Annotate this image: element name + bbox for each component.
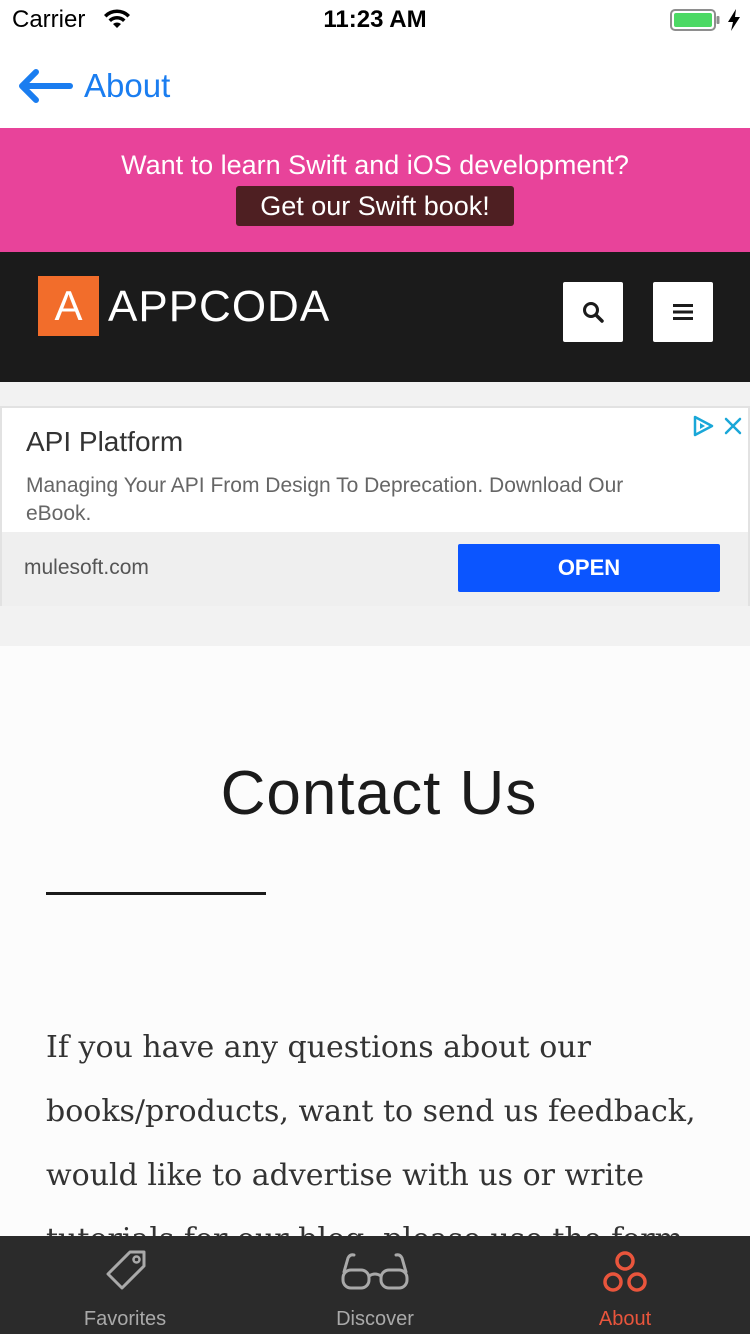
menu-button[interactable] <box>653 282 713 342</box>
ad-footer: mulesoft.com OPEN <box>2 532 748 606</box>
search-icon <box>583 302 604 323</box>
back-label: About <box>84 67 171 104</box>
tab-discover[interactable]: Discover <box>250 1236 500 1334</box>
ad-title[interactable]: API Platform <box>26 426 183 458</box>
navigation-bar: About <box>0 40 750 128</box>
logo-mark[interactable]: A <box>38 276 99 336</box>
tab-about[interactable]: About <box>500 1236 750 1334</box>
search-button[interactable] <box>563 282 623 342</box>
ad-description: Managing Your API From Design To Depreca… <box>26 474 624 525</box>
battery-icon <box>670 9 720 31</box>
web-view[interactable]: Want to learn Swift and iOS development?… <box>0 128 750 1236</box>
adchoices-close-icon[interactable] <box>690 414 746 438</box>
tab-label: About <box>598 1308 652 1330</box>
tab-favorites[interactable]: Favorites <box>0 1236 250 1334</box>
tab-label: Discover <box>336 1308 414 1330</box>
status-bar: Carrier 11:23 AM <box>0 0 750 40</box>
menu-icon <box>673 304 693 320</box>
back-arrow-icon <box>19 69 73 103</box>
promo-banner: Want to learn Swift and iOS development?… <box>0 128 750 252</box>
promo-text: Want to learn Swift and iOS development? <box>121 150 629 180</box>
charging-bolt-icon <box>728 9 740 31</box>
tag-icon <box>106 1250 146 1290</box>
tab-bar: Favorites Discover About <box>0 1236 750 1334</box>
swift-book-button[interactable]: Get our Swift book! <box>236 186 514 226</box>
status-time: 11:23 AM <box>323 6 427 33</box>
ad-open-button[interactable]: OPEN <box>458 544 720 592</box>
tab-label: Favorites <box>83 1308 167 1330</box>
logo-text[interactable]: APPCODA <box>108 282 330 332</box>
contact-title: Contact Us <box>220 759 538 828</box>
contact-section: Contact Us If you have any questions abo… <box>0 646 750 1236</box>
back-button[interactable]: About <box>16 66 170 106</box>
title-divider <box>46 892 266 895</box>
contact-body-text: If you have any questions about our book… <box>46 1030 696 1236</box>
ad-card[interactable]: API Platform Managing Your API From Desi… <box>0 406 750 606</box>
site-header: A APPCODA <box>0 252 750 382</box>
ad-domain: mulesoft.com <box>24 556 149 579</box>
glasses-icon <box>341 1253 409 1290</box>
circles-icon <box>603 1251 647 1292</box>
